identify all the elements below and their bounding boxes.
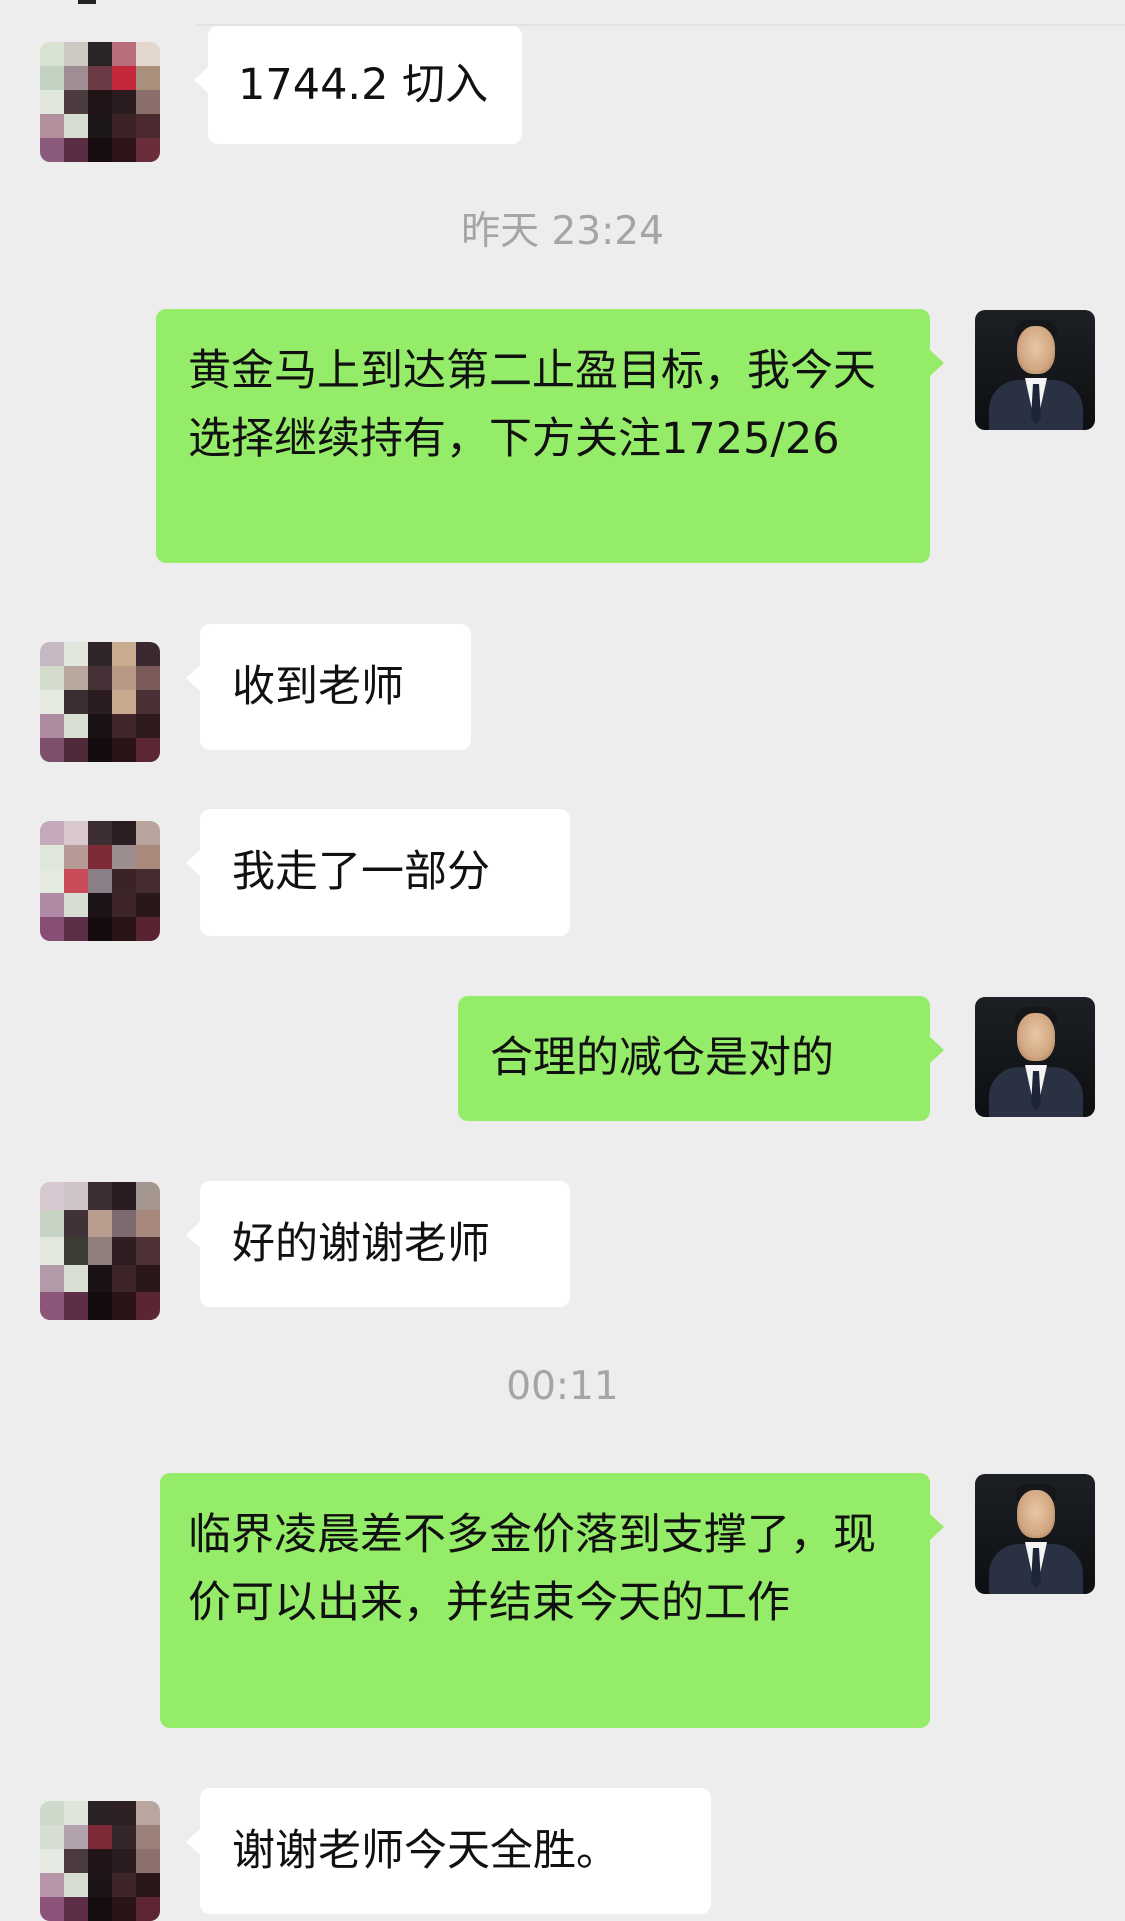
message-bubble-received[interactable]: 谢谢老师今天全胜。	[186, 1788, 711, 1914]
message-bubble-received[interactable]: 好的谢谢老师	[186, 1181, 570, 1307]
message-text: 我走了一部分	[232, 847, 490, 897]
message-bubble-received[interactable]: 我走了一部分	[186, 809, 570, 936]
message-text: 黄金马上到达第二止盈目标，我今天选择继续持有，下方关注1725/26	[188, 346, 876, 464]
student-avatar[interactable]	[40, 642, 160, 762]
pixelated-avatar-icon	[40, 821, 160, 941]
message-text: 合理的减仓是对的	[490, 1033, 834, 1083]
message-bubble-sent[interactable]: 黄金马上到达第二止盈目标，我今天选择继续持有，下方关注1725/26	[156, 309, 944, 563]
message-bubble-sent[interactable]: 临界凌晨差不多金价落到支撑了，现价可以出来，并结束今天的工作	[160, 1473, 944, 1728]
chat-timestamp: 00:11	[506, 1364, 619, 1409]
message-bubble-sent[interactable]: 合理的减仓是对的	[458, 996, 944, 1121]
message-bubble-received[interactable]: 收到老师	[186, 624, 471, 750]
message-text: 谢谢老师今天全胜。	[232, 1826, 619, 1876]
student-avatar[interactable]	[40, 821, 160, 941]
message-text: 好的谢谢老师	[232, 1219, 490, 1269]
pixelated-avatar-icon	[40, 1801, 160, 1921]
message-text: 收到老师	[232, 662, 404, 712]
message-text: 临界凌晨差不多金价落到支撑了，现价可以出来，并结束今天的工作	[188, 1510, 876, 1628]
student-avatar[interactable]	[40, 1182, 160, 1320]
top-edge-mark	[78, 0, 96, 4]
pixelated-avatar-icon	[40, 1182, 160, 1320]
student-avatar[interactable]	[40, 1801, 160, 1921]
message-text: 1744.2 切入	[238, 60, 489, 110]
student-avatar[interactable]	[40, 42, 160, 162]
teacher-avatar[interactable]	[975, 1474, 1095, 1594]
teacher-avatar[interactable]	[975, 310, 1095, 430]
pixelated-avatar-icon	[40, 42, 160, 162]
message-bubble-received[interactable]: 1744.2 切入	[194, 26, 522, 144]
pixelated-avatar-icon	[40, 642, 160, 762]
teacher-avatar[interactable]	[975, 997, 1095, 1117]
chat-timestamp: 昨天 23:24	[461, 209, 664, 254]
